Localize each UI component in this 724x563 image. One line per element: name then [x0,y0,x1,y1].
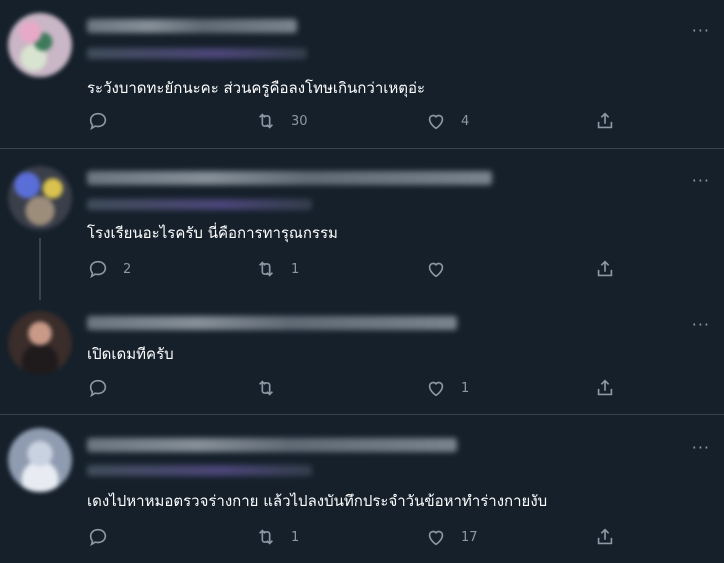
reply-icon [89,112,107,131]
share-button[interactable] [594,258,616,280]
reply-icon [89,528,107,547]
retweet-icon [258,529,274,545]
tweet-text: เปิดเดมทีครับ [87,345,174,363]
reply-button[interactable] [87,110,123,132]
thread-connector-line [39,238,41,300]
blurred-display-name [87,171,492,185]
like-button[interactable] [425,258,461,280]
like-icon [428,530,444,546]
retweet-button[interactable]: 30 [255,110,308,132]
reply-button[interactable] [87,526,123,548]
retweet-button[interactable] [255,377,291,399]
share-button[interactable] [594,526,616,548]
share-button[interactable] [594,110,616,132]
tweet-2[interactable]: ··· โรงเรียนอะไรครับ นี่คือการทารุณกรรม … [0,149,724,299]
retweet-button[interactable]: 1 [255,258,299,280]
more-options-icon[interactable]: ··· [692,173,710,189]
blurred-display-name [87,19,297,33]
reply-button[interactable] [87,377,123,399]
like-count: 17 [461,529,478,545]
reply-icon [89,260,107,279]
avatar[interactable] [8,311,72,375]
blurred-username [87,199,312,210]
retweet-icon [258,113,274,129]
tweet-3[interactable]: ··· เปิดเดมทีครับ 1 [0,300,724,413]
retweet-icon [258,380,274,396]
retweet-icon [258,261,274,277]
like-icon [428,381,444,397]
like-button[interactable]: 1 [425,377,469,399]
reply-icon [89,379,107,398]
blurred-display-name [87,316,457,330]
reply-button[interactable]: 2 [87,258,131,280]
avatar[interactable] [8,428,72,492]
retweet-count: 30 [291,113,308,129]
like-count: 4 [461,113,470,129]
like-button[interactable]: 17 [425,526,478,548]
reply-count: 2 [123,261,132,277]
tweet-text: เดงไปหาหมอตรวจร่างกาย แล้วไปลงบันทึกประจ… [87,492,548,510]
like-icon [428,262,444,278]
more-options-icon[interactable]: ··· [692,317,710,333]
blurred-display-name [87,438,457,452]
more-options-icon[interactable]: ··· [692,440,710,456]
tweet-text: ระวังบาดทะยักนะคะ ส่วนครูคือลงโทษเกินกว่… [87,79,426,97]
blurred-username [87,48,307,59]
avatar[interactable] [8,166,72,230]
share-icon [597,528,613,545]
like-icon [428,114,444,130]
tweet-text: โรงเรียนอะไรครับ นี่คือการทารุณกรรม [87,224,338,242]
more-options-icon[interactable]: ··· [692,23,710,39]
share-icon [597,379,613,396]
retweet-button[interactable]: 1 [255,526,299,548]
tweet-4[interactable]: ··· เดงไปหาหมอตรวจร่างกาย แล้วไปลงบันทึก… [0,415,724,563]
like-count: 1 [461,380,470,396]
share-button[interactable] [594,377,616,399]
blurred-username [87,465,312,476]
like-button[interactable]: 4 [425,110,469,132]
avatar[interactable] [8,13,72,77]
tweet-1[interactable]: ··· ระวังบาดทะยักนะคะ ส่วนครูคือลงโทษเกิ… [0,0,724,148]
share-icon [597,112,613,129]
retweet-count: 1 [291,261,300,277]
retweet-count: 1 [291,529,300,545]
share-icon [597,260,613,277]
